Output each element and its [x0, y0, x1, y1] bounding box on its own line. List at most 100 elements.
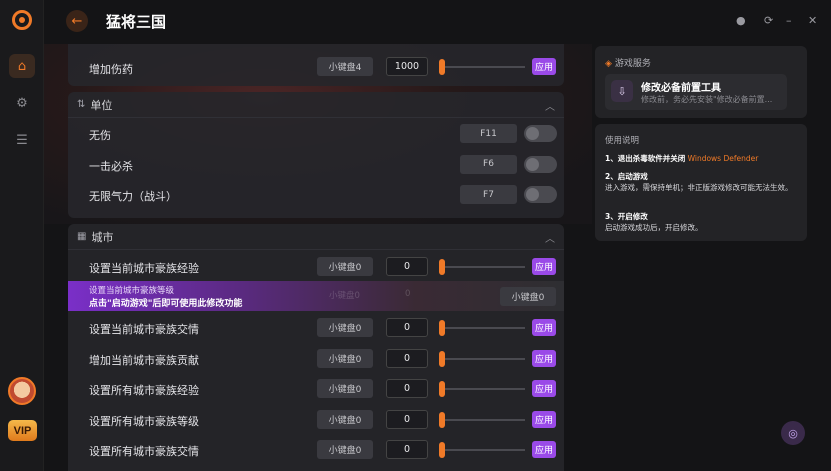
vip-badge[interactable]: VIP [8, 420, 37, 441]
value-input[interactable]: 0 [386, 409, 428, 429]
settings-icon[interactable]: ● [736, 14, 746, 27]
slider-thumb[interactable] [439, 411, 445, 428]
slider-thumb[interactable] [439, 320, 445, 336]
step-text: 启动游戏成功后，开启修改。 [605, 223, 703, 232]
toggle-switch[interactable] [524, 155, 557, 173]
slider-thumb[interactable] [439, 381, 445, 397]
cheat-row: 设置当前城市豪族交情 小键盘0 0 应用 [68, 312, 564, 343]
hotkey-box[interactable]: 小键盘0 [317, 348, 373, 368]
chevron-up-icon[interactable]: ︿ [545, 230, 555, 245]
section-unit: ⇅ 单位 ︿ 无伤 F11 一击必杀 F6 无限气力（战斗） F7 [68, 92, 564, 218]
hotkey-box[interactable]: 小键盘0 [317, 318, 373, 337]
city-icon: ▦ [77, 231, 87, 242]
section-header[interactable]: ⇅ 单位 ︿ [68, 92, 564, 118]
minimize-icon[interactable]: – [786, 14, 792, 27]
tool-subtitle: 修改前，务必先安装"修改必备前置... [641, 95, 773, 104]
hotkey-box[interactable]: 小键盘0 [317, 440, 373, 459]
title-bar: ← 猛将三国 ● ⟳ – ✕ [44, 0, 831, 44]
tool-title: 修改必备前置工具 [641, 83, 721, 94]
step-title: 2、启动游戏 [605, 172, 648, 181]
usage-step-2: 2、启动游戏 进入游戏，需保持单机；非正版游戏修改可能无法生效。 [605, 171, 797, 193]
slider-thumb[interactable] [439, 59, 445, 75]
gamepad-icon[interactable]: ⚙ [9, 91, 35, 115]
value-slider[interactable] [439, 259, 525, 275]
cheat-label: 设置当前城市豪族经验 [89, 262, 199, 275]
usage-step-3: 3、开启修改 启动游戏成功后，开启修改。 [605, 211, 797, 233]
value-input[interactable]: 0 [386, 318, 428, 337]
headset-icon[interactable]: ◎ [781, 421, 805, 445]
cheat-label: 无限气力（战斗） [89, 190, 177, 203]
hotkey-box[interactable]: 小键盘0 [500, 287, 556, 306]
hotkey-box[interactable]: 小键盘4 [317, 57, 373, 76]
apply-button[interactable]: 应用 [532, 410, 556, 428]
section-header[interactable]: ▦ 城市 ︿ [68, 224, 564, 250]
step-title: 3、开启修改 [605, 212, 648, 221]
hotkey-box[interactable]: F7 [460, 185, 517, 204]
apply-button[interactable]: 应用 [532, 319, 556, 336]
prerequisite-tool-item[interactable]: ⇩ 修改必备前置工具 修改前，务必先安装"修改必备前置... [605, 74, 787, 110]
hotkey-box[interactable]: 小键盘0 [317, 409, 373, 429]
section-title: 城市 [91, 230, 114, 244]
step-title: 1、退出杀毒软件并关闭 [605, 154, 686, 163]
apply-button[interactable]: 应用 [532, 441, 556, 458]
step-text: 进入游戏，需保持单机；非正版游戏修改可能无法生效。 [605, 183, 793, 192]
toggle-switch[interactable] [524, 186, 557, 203]
value-slider[interactable] [439, 59, 525, 75]
launch-notice: 点击"启动游戏"后即可使用此修改功能 [89, 299, 243, 309]
app-window: ⌂ ⚙ ☰ VIP ← 猛将三国 ● ⟳ – ✕ 增加伤药 小键盘4 1000 … [0, 0, 831, 471]
app-logo-icon [12, 10, 32, 30]
cheat-row: 无伤 F11 [68, 118, 564, 149]
value-input[interactable]: 0 [386, 379, 428, 398]
cheat-row: 增加伤药 小键盘4 1000 应用 [68, 52, 564, 83]
slider-thumb[interactable] [439, 350, 445, 367]
cheat-label: 设置当前城市豪族等级 [89, 286, 175, 296]
storage-icon[interactable]: ☰ [9, 128, 35, 152]
hotkey-box[interactable]: 小键盘0 [317, 257, 373, 276]
services-title: 游戏服务 [614, 59, 651, 69]
value-input[interactable]: 1000 [386, 57, 428, 76]
value-slider[interactable] [439, 320, 525, 336]
game-services-card: ◈ 游戏服务 ⇩ 修改必备前置工具 修改前，务必先安装"修改必备前置... [595, 46, 807, 118]
cheat-label: 设置所有城市豪族交情 [89, 445, 199, 458]
cheat-label: 设置当前城市豪族交情 [89, 323, 199, 336]
toggle-switch[interactable] [524, 125, 557, 142]
refresh-icon[interactable]: ⟳ [764, 14, 773, 27]
hotkey-box[interactable]: 小键盘0 [317, 379, 373, 398]
hotkey-box[interactable]: F6 [460, 154, 517, 174]
value-slider[interactable] [439, 411, 525, 428]
cheat-label: 一击必杀 [89, 159, 133, 173]
cheat-row: 一击必杀 F6 [68, 149, 564, 180]
value-slider[interactable] [439, 381, 525, 397]
ghost-value: 0 [405, 289, 411, 299]
home-icon[interactable]: ⌂ [9, 54, 35, 78]
close-icon[interactable]: ✕ [808, 14, 817, 27]
apply-button[interactable]: 应用 [532, 380, 556, 397]
cheat-label: 设置所有城市豪族等级 [89, 414, 199, 428]
chevron-up-icon[interactable]: ︿ [545, 98, 555, 113]
user-avatar[interactable] [8, 377, 36, 405]
value-slider[interactable] [439, 350, 525, 367]
cheat-label: 设置所有城市豪族经验 [89, 384, 199, 397]
value-input[interactable]: 0 [386, 348, 428, 368]
cheat-list[interactable]: 增加伤药 小键盘4 1000 应用 ⇅ 单位 ︿ 无伤 F11 一击必杀 F6 [68, 44, 564, 471]
apply-button[interactable]: 应用 [532, 349, 556, 367]
section-title: 单位 [90, 98, 113, 112]
download-icon: ⇩ [611, 80, 633, 102]
step-highlight: Windows Defender [687, 154, 759, 163]
services-header: ◈ 游戏服务 [605, 56, 651, 69]
game-title: 猛将三国 [106, 13, 167, 31]
cheat-row: 设置所有城市豪族等级 小键盘0 0 应用 [68, 404, 564, 435]
back-button[interactable]: ← [66, 10, 88, 32]
apply-button[interactable]: 应用 [532, 58, 556, 75]
usage-instructions-card: 使用说明 1、退出杀毒软件并关闭 Windows Defender 2、启动游戏… [595, 124, 807, 241]
usage-step-1: 1、退出杀毒软件并关闭 Windows Defender [605, 153, 797, 164]
value-input[interactable]: 0 [386, 257, 428, 276]
usage-title: 使用说明 [605, 136, 640, 146]
value-slider[interactable] [439, 442, 525, 458]
slider-thumb[interactable] [439, 442, 445, 458]
slider-thumb[interactable] [439, 259, 445, 275]
apply-button[interactable]: 应用 [532, 258, 556, 275]
hotkey-box[interactable]: F11 [460, 124, 517, 143]
cheat-row: 设置当前城市豪族经验 小键盘0 0 应用 [68, 251, 564, 282]
value-input[interactable]: 0 [386, 440, 428, 459]
